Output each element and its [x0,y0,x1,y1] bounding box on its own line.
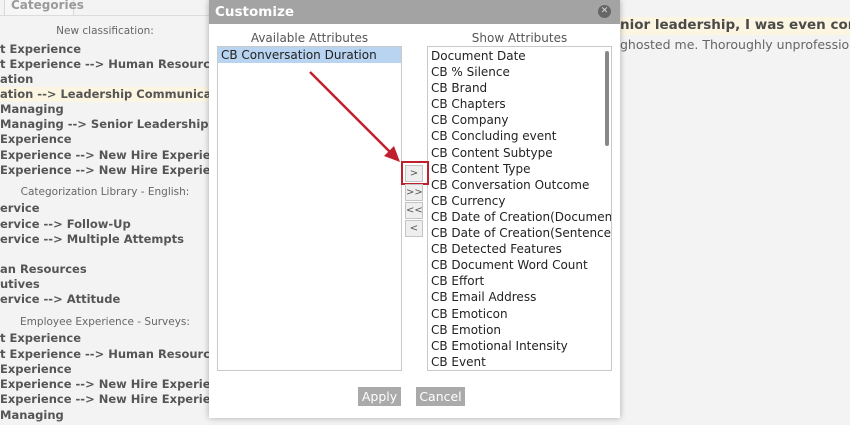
category-item[interactable]: t Experience --> Human Resources Dep [0,347,210,362]
category-item[interactable]: Experience --> New Hire Experience [0,377,210,392]
category-group-header: Categorization Library - English: [20,186,190,198]
show-attribute-item[interactable]: CB Event [428,354,611,370]
category-item[interactable]: ervice --> Attitude [0,292,210,307]
category-group-header: Employee Experience - Surveys: [20,316,190,328]
category-item[interactable]: Experience --> New Hire Experience --> [0,392,210,407]
apply-button[interactable]: Apply [358,387,401,406]
show-attribute-item[interactable]: CB Effort [428,273,611,289]
category-item[interactable]: ation --> Leadership Communication [0,87,210,102]
category-item[interactable]: Experience --> New Hire Experience --> [0,163,210,178]
show-attribute-item[interactable]: CB Emotional Intensity [428,338,611,354]
category-item[interactable]: utives [0,277,210,292]
show-attribute-item[interactable]: CB Email Address [428,289,611,305]
category-item[interactable]: Experience [0,132,210,147]
show-attribute-item[interactable]: CB Date of Creation(Document) [428,209,611,225]
category-item[interactable]: ervice --> Multiple Attempts [0,232,210,247]
show-attribute-item[interactable]: CB Date of Creation(Sentence) [428,225,611,241]
show-attribute-item[interactable]: CB Emoticon [428,306,611,322]
category-item[interactable]: Experience --> New Hire Experience [0,148,210,163]
category-item[interactable]: t Experience --> Human Resources Dep [0,57,210,72]
show-attribute-item[interactable]: CB Detected Features [428,241,611,257]
show-attribute-item[interactable]: CB Emotion [428,322,611,338]
tab-categories[interactable]: Categories [4,0,84,16]
category-item[interactable]: ervice [0,201,210,216]
category-item[interactable]: ervice --> Follow-Up [0,217,210,232]
category-item[interactable]: t Experience [0,331,210,346]
show-attribute-item[interactable]: CB Document Word Count [428,257,611,273]
cancel-button[interactable]: Cancel [416,387,465,406]
category-item[interactable]: t Experience [0,42,210,57]
move-left-button[interactable]: < [405,220,423,237]
category-item[interactable]: an Resources [0,262,210,277]
category-item[interactable]: Managing --> Senior Leadership [0,117,210,132]
category-item[interactable]: Managing [0,102,210,117]
category-item[interactable]: Managing [0,408,210,423]
category-item[interactable]: Experience [0,362,210,377]
category-item[interactable]: ation [0,72,210,87]
move-all-left-button[interactable]: << [405,202,423,219]
comment-text-highlight: nior leadership, I was even commun [620,17,850,35]
customize-dialog: Customize ✕ Available Attributes Show At… [209,0,620,418]
comment-text: ghosted me. Thoroughly unprofessional. I… [620,37,850,52]
annotation-arrow-icon [309,71,400,162]
category-item[interactable] [0,247,210,262]
category-group-header: New classification: [56,25,154,37]
tab-divider [0,15,215,16]
